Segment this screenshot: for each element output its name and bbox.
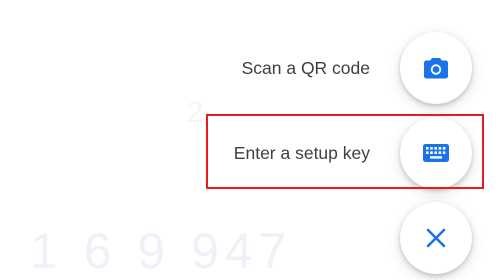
scan-qr-button[interactable] [400, 32, 472, 104]
close-speed-dial-button[interactable] [400, 202, 472, 274]
keyboard-icon [422, 143, 450, 163]
enter-setup-key-button[interactable] [400, 117, 472, 189]
background-code-fragment: 1 6 9 947 [30, 223, 293, 279]
scan-qr-option[interactable]: Scan a QR code [242, 32, 472, 104]
scan-qr-label: Scan a QR code [241, 57, 370, 78]
enter-setup-key-option[interactable]: Enter a setup key [234, 117, 472, 189]
setup-key-label: Enter a setup key [233, 142, 370, 163]
close-speed-dial-row [400, 202, 472, 274]
background-digit-fragment: 2 [187, 96, 204, 129]
camera-icon [423, 56, 449, 80]
close-icon [426, 228, 446, 248]
